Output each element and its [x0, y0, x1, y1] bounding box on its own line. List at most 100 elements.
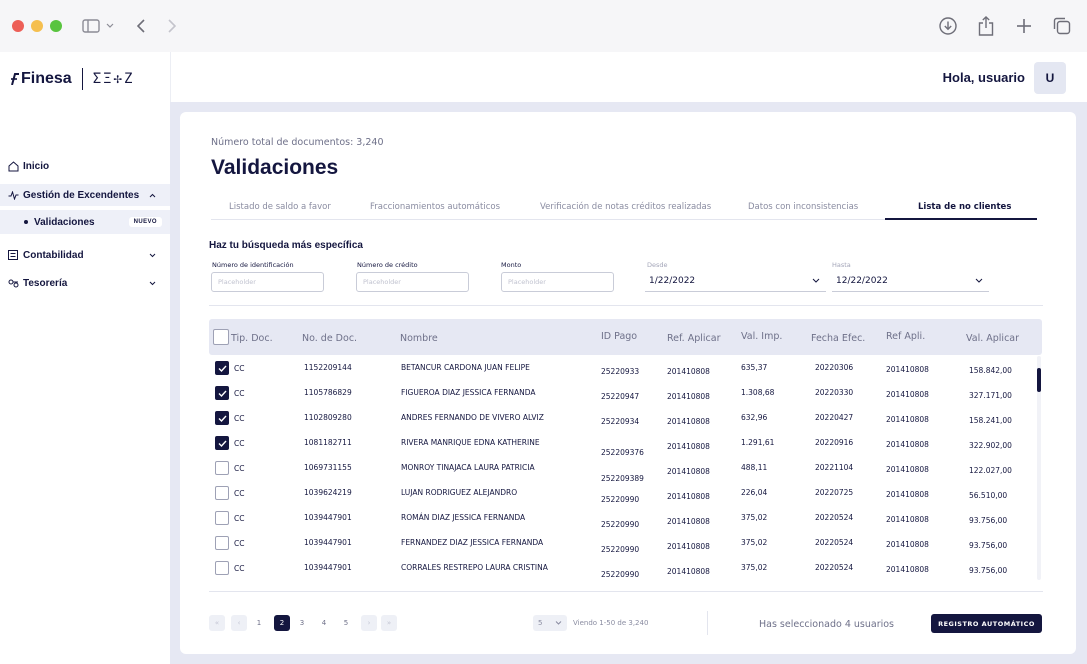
- val-aplicar-cell: 93.756,00: [969, 541, 1008, 550]
- to-date-select[interactable]: 12/22/2022: [832, 270, 989, 292]
- val-aplicar-cell: 158.241,00: [969, 416, 1012, 425]
- user-greeting: Hola, usuario: [942, 70, 1025, 85]
- column-header[interactable]: Fecha Efec.: [811, 333, 865, 344]
- val-imp-cell: 632,96: [741, 413, 768, 422]
- previous-page-button[interactable]: ‹: [231, 615, 247, 631]
- close-window-button[interactable]: [12, 20, 24, 32]
- download-icon[interactable]: [937, 14, 959, 38]
- credit-number-input[interactable]: Placeholder: [356, 272, 469, 292]
- chevron-down-icon[interactable]: [104, 14, 116, 38]
- name-cell: BETANCUR CARDONA JUAN FELIPE: [401, 363, 530, 372]
- val-imp-cell: 375,02: [741, 563, 768, 572]
- next-page-button[interactable]: ›: [361, 615, 377, 631]
- val-imp-cell: 635,37: [741, 363, 768, 372]
- per-page-select[interactable]: 5: [533, 615, 567, 631]
- share-icon[interactable]: [975, 14, 997, 38]
- page-button[interactable]: 5: [340, 615, 352, 631]
- table-row[interactable]: CC 1039447901 CORRALES RESTREPO LAURA CRIS…: [209, 558, 1034, 583]
- sidebar-item-gestion[interactable]: Gestión de Excendentes: [0, 184, 170, 206]
- column-header[interactable]: No. de Doc.: [302, 333, 357, 344]
- column-header[interactable]: Nombre: [400, 333, 438, 344]
- ref-apli-cell: 201410808: [886, 515, 929, 524]
- id-pago-cell: 252209376: [601, 448, 644, 457]
- amount-input[interactable]: Placeholder: [501, 272, 614, 292]
- avatar[interactable]: U: [1034, 62, 1066, 94]
- sidebar-item-contabilidad[interactable]: Contabilidad: [0, 245, 170, 265]
- column-header[interactable]: Val. Aplicar: [966, 333, 1019, 344]
- row-checkbox-checked[interactable]: [215, 361, 229, 375]
- row-checkbox[interactable]: [215, 536, 229, 550]
- select-all-checkbox[interactable]: [213, 329, 229, 345]
- row-checkbox-checked[interactable]: [215, 386, 229, 400]
- page-button[interactable]: 4: [318, 615, 330, 631]
- page-button[interactable]: 1: [253, 615, 265, 631]
- column-header[interactable]: ID Pago: [601, 331, 637, 342]
- sidebar-toggle-icon[interactable]: [81, 14, 101, 38]
- plus-icon[interactable]: [1013, 14, 1035, 38]
- row-checkbox[interactable]: [215, 486, 229, 500]
- ref-aplicar-cell: 201410808: [667, 467, 710, 476]
- table-row[interactable]: CC 1081182711 RIVERA MANRIQUE EDNA KATHERI…: [209, 433, 1034, 458]
- tab-lista-no-clientes[interactable]: Lista de no clientes: [918, 202, 1011, 212]
- sidebar-item-inicio[interactable]: Inicio: [0, 156, 170, 176]
- fecha-cell: 20220330: [815, 388, 854, 397]
- sidebar-item-tesoreria[interactable]: Tesorería: [0, 273, 170, 293]
- zoom-window-button[interactable]: [50, 20, 62, 32]
- active-tab-indicator: [885, 218, 1037, 220]
- table-row[interactable]: CC 1039447901 FERNANDEZ DIAZ JESSICA FERNA…: [209, 533, 1034, 558]
- page-button[interactable]: 3: [296, 615, 308, 631]
- tab-listado-saldo[interactable]: Listado de saldo a favor: [229, 202, 331, 212]
- tip-doc-cell: CC: [234, 364, 245, 373]
- forward-arrow-icon[interactable]: [164, 14, 180, 38]
- home-icon: [8, 160, 20, 172]
- tab-fraccionamientos[interactable]: Fraccionamientos automáticos: [370, 202, 500, 212]
- column-header[interactable]: Ref Apli.: [886, 331, 925, 342]
- ref-apli-cell: 201410808: [886, 490, 929, 499]
- row-checkbox[interactable]: [215, 511, 229, 525]
- table-row[interactable]: CC 1152209144 BETANCUR CARDONA JUAN FELIPE…: [209, 358, 1034, 383]
- from-date-select[interactable]: 1/22/2022: [645, 270, 826, 292]
- table-row[interactable]: CC 1039447901 ROMÁN DIAZ JESSICA FERNANDA 2…: [209, 508, 1034, 533]
- check-icon: [218, 415, 227, 422]
- ref-apli-cell: 201410808: [886, 565, 929, 574]
- id-number-input[interactable]: Placeholder: [211, 272, 324, 292]
- tab-datos-inconsistencias[interactable]: Datos con inconsistencias: [748, 202, 858, 212]
- from-date-value: 1/22/2022: [649, 275, 696, 286]
- current-page-button[interactable]: 2: [274, 615, 290, 631]
- row-checkbox[interactable]: [215, 461, 229, 475]
- column-header[interactable]: Ref. Aplicar: [667, 333, 720, 344]
- column-header[interactable]: Tip. Doc.: [231, 333, 273, 344]
- page-title: Validaciones: [211, 156, 339, 179]
- row-checkbox-checked[interactable]: [215, 411, 229, 425]
- sidebar-item-validaciones[interactable]: Validaciones NUEVO: [0, 210, 170, 234]
- row-checkbox-checked[interactable]: [215, 436, 229, 450]
- tab-verificacion-notas[interactable]: Verificación de notas créditos realizada…: [540, 202, 711, 212]
- back-arrow-icon[interactable]: [133, 14, 149, 38]
- row-checkbox[interactable]: [215, 561, 229, 575]
- name-cell: LUJAN RODRIGUEZ ALEJANDRO: [401, 488, 518, 497]
- table-row[interactable]: CC 1039624219 LUJAN RODRIGUEZ ALEJANDRO 252…: [209, 483, 1034, 508]
- first-page-button[interactable]: «: [209, 615, 225, 631]
- val-imp-cell: 375,02: [741, 513, 768, 522]
- table-row[interactable]: CC 1069731155 MONROY TINAJACA LAURA PATRIC…: [209, 458, 1034, 483]
- last-page-button[interactable]: »: [381, 615, 397, 631]
- table-row[interactable]: CC 1102809280 ANDRES FERNANDO DE VIVERO AL…: [209, 408, 1034, 433]
- from-label: Desde: [647, 261, 668, 269]
- scrollbar-thumb[interactable]: [1037, 368, 1041, 392]
- id-pago-cell: 25220990: [601, 520, 640, 529]
- divider: [209, 591, 1043, 592]
- registro-automatico-button[interactable]: REGISTRO AUTOMÁTICO: [931, 614, 1042, 633]
- table-row[interactable]: CC 1105786829 FIGUEROA DIAZ JESSICA FERNAN…: [209, 383, 1034, 408]
- doc-number-cell: 1102809280: [304, 413, 352, 422]
- selected-count: Has seleccionado 4 usuarios: [759, 619, 894, 630]
- tabs-icon[interactable]: [1051, 14, 1073, 38]
- fecha-cell: 20220427: [815, 413, 854, 422]
- minimize-window-button[interactable]: [31, 20, 43, 32]
- doc-number-cell: 1039624219: [304, 488, 352, 497]
- sidebar-item-label: Gestión de Excendentes: [23, 189, 140, 201]
- logo[interactable]: Finesa ΣΞ✢Z: [10, 68, 134, 90]
- document-count: Número total de documentos: 3,240: [211, 137, 384, 148]
- ref-aplicar-cell: 201410808: [667, 442, 710, 451]
- ref-apli-cell: 201410808: [886, 365, 929, 374]
- column-header[interactable]: Val. Imp.: [741, 331, 782, 342]
